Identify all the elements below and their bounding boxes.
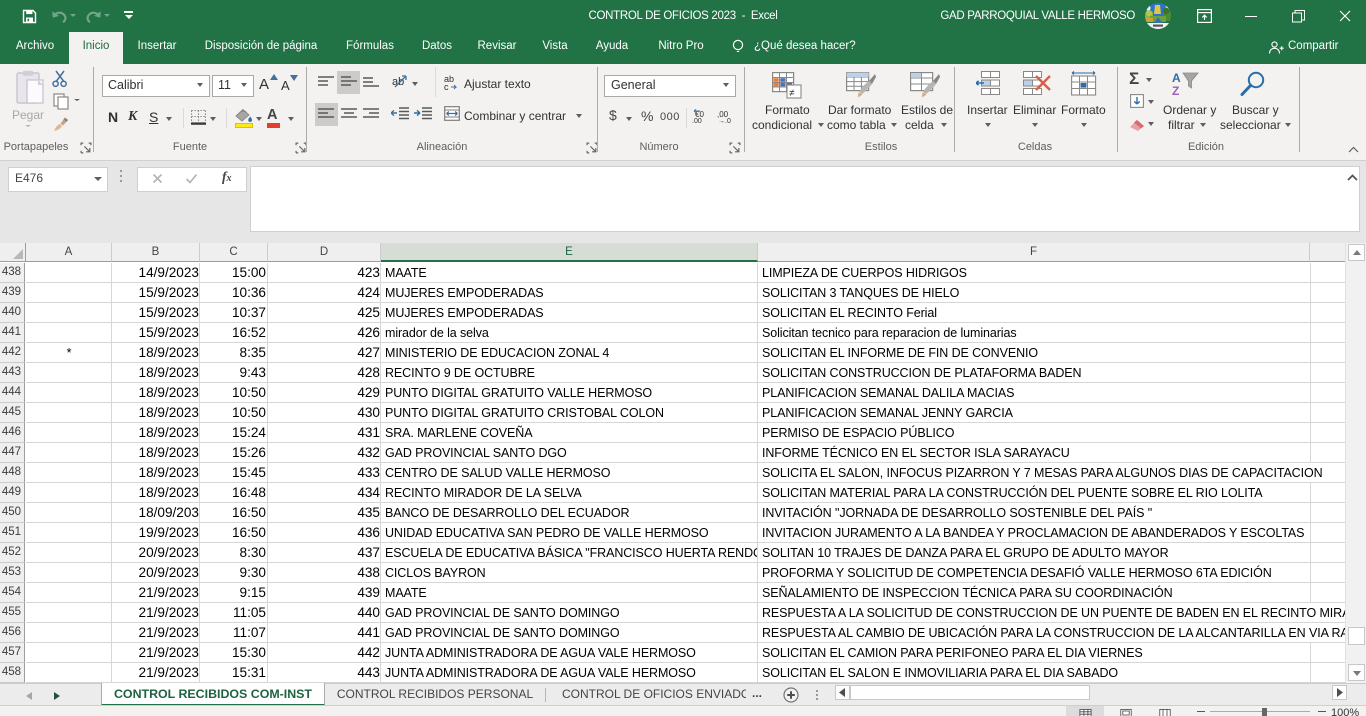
svg-text:A: A	[1172, 71, 1181, 85]
svg-text:ab: ab	[392, 76, 404, 88]
svg-text:Z: Z	[1172, 84, 1179, 98]
svg-text:≠: ≠	[789, 88, 795, 99]
svg-text:,00: ,00	[692, 118, 702, 123]
svg-text:c: c	[444, 82, 449, 90]
svg-text:→,0: →,0	[718, 118, 731, 123]
